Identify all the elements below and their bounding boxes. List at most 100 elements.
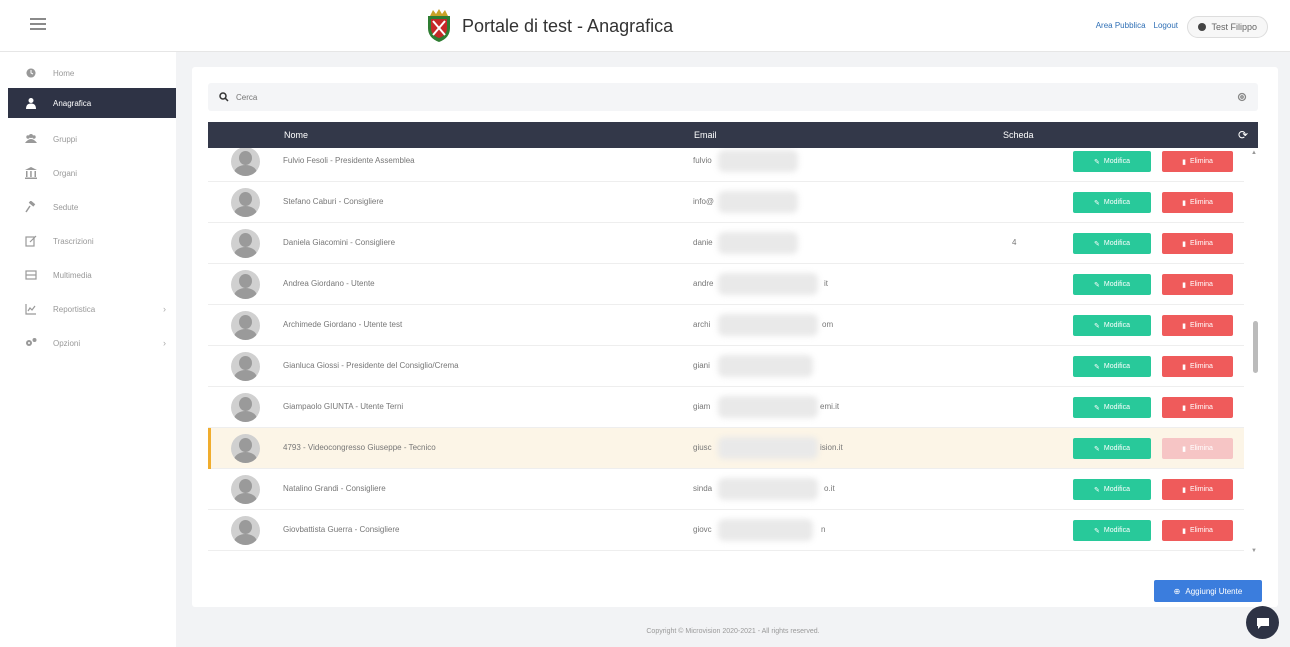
- sidebar-item-reportistica[interactable]: Reportistica ›: [8, 294, 176, 324]
- avatar: [231, 352, 260, 381]
- user-email-cell-end: ision.it: [820, 443, 843, 452]
- table-row: Gianluca Giossi - Presidente del Consigl…: [208, 346, 1244, 387]
- sidebar-item-label: Opzioni: [53, 338, 81, 348]
- delete-button[interactable]: ▮ Elimina: [1162, 397, 1233, 418]
- redacted-email: [718, 273, 818, 295]
- column-header-name[interactable]: Nome: [284, 130, 308, 140]
- user-email-cell-end: it: [824, 279, 828, 288]
- edit-button[interactable]: ✎ Modifica: [1073, 274, 1151, 295]
- edit-icon: [24, 234, 38, 248]
- refresh-icon[interactable]: ⟳: [1238, 128, 1248, 142]
- table-scrollbar[interactable]: [1253, 321, 1258, 373]
- redacted-email: [718, 314, 818, 336]
- settings-gear-icon[interactable]: [1236, 91, 1248, 103]
- redacted-email: [718, 519, 813, 541]
- table-row: Daniela Giacomini - Consigliere danie 4 …: [208, 223, 1244, 264]
- edit-button[interactable]: ✎ Modifica: [1073, 192, 1151, 213]
- user-email-cell-end: om: [822, 320, 834, 329]
- chevron-right-icon: ›: [163, 304, 166, 314]
- user-menu[interactable]: Test Filippo: [1187, 16, 1268, 38]
- edit-button[interactable]: ✎ Modifica: [1073, 315, 1151, 336]
- media-icon: [24, 268, 38, 282]
- table-header: Nome Email Scheda ⟳: [208, 122, 1258, 148]
- delete-button[interactable]: ▮ Elimina: [1162, 520, 1233, 541]
- scroll-down-arrow-icon[interactable]: ▼: [1251, 548, 1257, 554]
- highlight-stripe: [208, 428, 211, 469]
- sidebar-item-home[interactable]: Home: [8, 58, 176, 88]
- sidebar-item-anagrafica[interactable]: Anagrafica: [8, 88, 176, 118]
- chevron-right-icon: ›: [163, 338, 166, 348]
- header-links: Area Pubblica Logout: [1096, 21, 1178, 30]
- column-header-scheda[interactable]: Scheda: [1003, 130, 1034, 140]
- user-email-cell: archi: [693, 320, 711, 329]
- sidebar-item-label: Reportistica: [53, 304, 96, 314]
- edit-icon: ✎: [1094, 363, 1100, 371]
- delete-button[interactable]: ▮ Elimina: [1162, 192, 1233, 213]
- users-card: Nome Email Scheda ⟳ Fulvio Fesoli - Pres…: [192, 67, 1278, 607]
- user-name-cell: Fulvio Fesoli - Presidente Assemblea: [283, 156, 415, 165]
- scroll-up-arrow-icon[interactable]: ▲: [1251, 150, 1257, 156]
- redacted-email: [718, 437, 818, 459]
- public-area-link[interactable]: Area Pubblica: [1096, 21, 1146, 30]
- edit-button[interactable]: ✎ Modifica: [1073, 397, 1151, 418]
- delete-button[interactable]: ▮ Elimina: [1162, 233, 1233, 254]
- delete-button[interactable]: ▮ Elimina: [1162, 479, 1233, 500]
- delete-button[interactable]: ▮ Elimina: [1162, 274, 1233, 295]
- sidebar-item-opzioni[interactable]: Opzioni ›: [8, 328, 176, 358]
- column-header-email[interactable]: Email: [694, 130, 717, 140]
- user-name-cell: 4793 - Videocongresso Giuseppe - Tecnico: [283, 443, 436, 452]
- trash-icon: ▮: [1182, 404, 1186, 412]
- trash-icon: ▮: [1182, 486, 1186, 494]
- sidebar-item-trascrizioni[interactable]: Trascrizioni: [8, 226, 176, 256]
- edit-button[interactable]: ✎ Modifica: [1073, 356, 1151, 377]
- sidebar-item-sedute[interactable]: Sedute: [8, 192, 176, 222]
- edit-icon: ✎: [1094, 199, 1100, 207]
- chat-button[interactable]: [1246, 606, 1279, 639]
- edit-icon: ✎: [1094, 322, 1100, 330]
- trash-icon: ▮: [1182, 281, 1186, 289]
- edit-button[interactable]: ✎ Modifica: [1073, 520, 1151, 541]
- brand: Portale di test - Anagrafica: [424, 8, 673, 44]
- search-bar: [208, 83, 1258, 111]
- redacted-email: [718, 396, 818, 418]
- user-email-cell: giovc: [693, 525, 712, 534]
- trash-icon: ▮: [1182, 322, 1186, 330]
- user-email-cell: fulvio: [693, 156, 712, 165]
- user-status-icon: [1198, 23, 1207, 31]
- delete-button[interactable]: ▮ Elimina: [1162, 151, 1233, 172]
- logout-link[interactable]: Logout: [1154, 21, 1178, 30]
- institution-icon: [24, 166, 38, 180]
- chat-icon: [1256, 617, 1269, 629]
- edit-button[interactable]: ✎ Modifica: [1073, 438, 1151, 459]
- plus-circle-icon: ⊕: [1173, 586, 1181, 596]
- sidebar-item-multimedia[interactable]: Multimedia: [8, 260, 176, 290]
- edit-button[interactable]: ✎ Modifica: [1073, 233, 1151, 254]
- user-email-cell-end: n: [821, 525, 826, 534]
- user-email-cell: sinda: [693, 484, 713, 493]
- menu-toggle-icon[interactable]: [30, 18, 46, 34]
- delete-button-disabled: ▮ Elimina: [1162, 438, 1233, 459]
- table-row: Natalino Grandi - Consigliere sinda o.it…: [208, 469, 1244, 510]
- table-row: Fulvio Fesoli - Presidente Assemblea ful…: [208, 148, 1244, 182]
- users-table-body: Fulvio Fesoli - Presidente Assemblea ful…: [208, 148, 1258, 560]
- user-name-cell: Gianluca Giossi - Presidente del Consigl…: [283, 361, 459, 370]
- avatar: [231, 516, 260, 545]
- edit-button[interactable]: ✎ Modifica: [1073, 151, 1151, 172]
- delete-button[interactable]: ▮ Elimina: [1162, 356, 1233, 377]
- edit-button[interactable]: ✎ Modifica: [1073, 479, 1151, 500]
- top-bar: Portale di test - Anagrafica Area Pubbli…: [0, 0, 1290, 52]
- edit-icon: ✎: [1094, 158, 1100, 166]
- sidebar-item-organi[interactable]: Organi: [8, 158, 176, 188]
- search-input[interactable]: [236, 89, 1136, 105]
- table-row: Stefano Caburi - Consigliere info@ ✎ Modi…: [208, 182, 1244, 223]
- sidebar-item-gruppi[interactable]: Gruppi: [8, 124, 176, 154]
- redacted-email: [718, 150, 798, 172]
- user-name-cell: Giovbattista Guerra - Consigliere: [283, 525, 400, 534]
- sidebar-item-label: Trascrizioni: [53, 236, 94, 246]
- trash-icon: ▮: [1182, 363, 1186, 371]
- trash-icon: ▮: [1182, 199, 1186, 207]
- add-user-button[interactable]: ⊕ Aggiungi Utente: [1154, 580, 1262, 602]
- delete-button[interactable]: ▮ Elimina: [1162, 315, 1233, 336]
- edit-icon: ✎: [1094, 486, 1100, 494]
- sidebar-item-label: Organi: [53, 168, 78, 178]
